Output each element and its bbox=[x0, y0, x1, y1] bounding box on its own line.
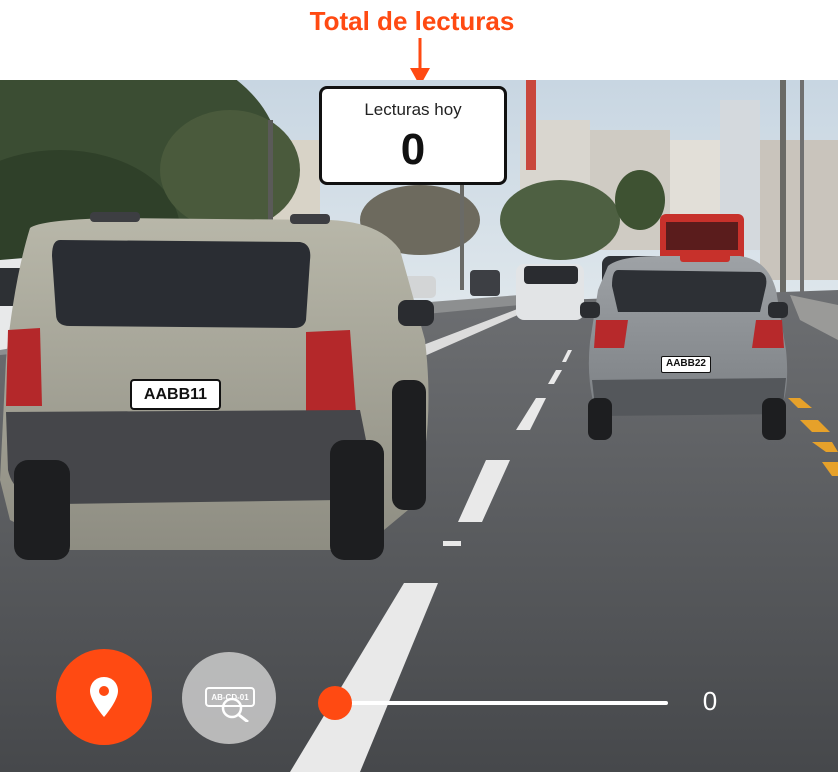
readings-today-card: Lecturas hoy 0 bbox=[319, 86, 507, 185]
location-button[interactable] bbox=[56, 649, 152, 745]
map-pin-icon bbox=[90, 677, 118, 717]
plate-search-button[interactable]: AB-CD-01 bbox=[182, 652, 276, 744]
slider-value: 0 bbox=[702, 686, 718, 716]
annotation-title: Total de lecturas bbox=[309, 6, 515, 36]
license-plate-front: AABB11 bbox=[130, 379, 221, 410]
license-plate-ahead: AABB22 bbox=[661, 356, 711, 373]
readings-today-label: Lecturas hoy bbox=[364, 100, 462, 119]
readings-today-count: 0 bbox=[400, 125, 426, 174]
app-screen: Total de lecturas Lecturas hoy 0 AABB11 … bbox=[0, 0, 838, 772]
slider-thumb[interactable] bbox=[318, 686, 352, 720]
slider-track[interactable] bbox=[336, 701, 668, 705]
plate-search-label: AB-CD-01 bbox=[211, 693, 249, 702]
